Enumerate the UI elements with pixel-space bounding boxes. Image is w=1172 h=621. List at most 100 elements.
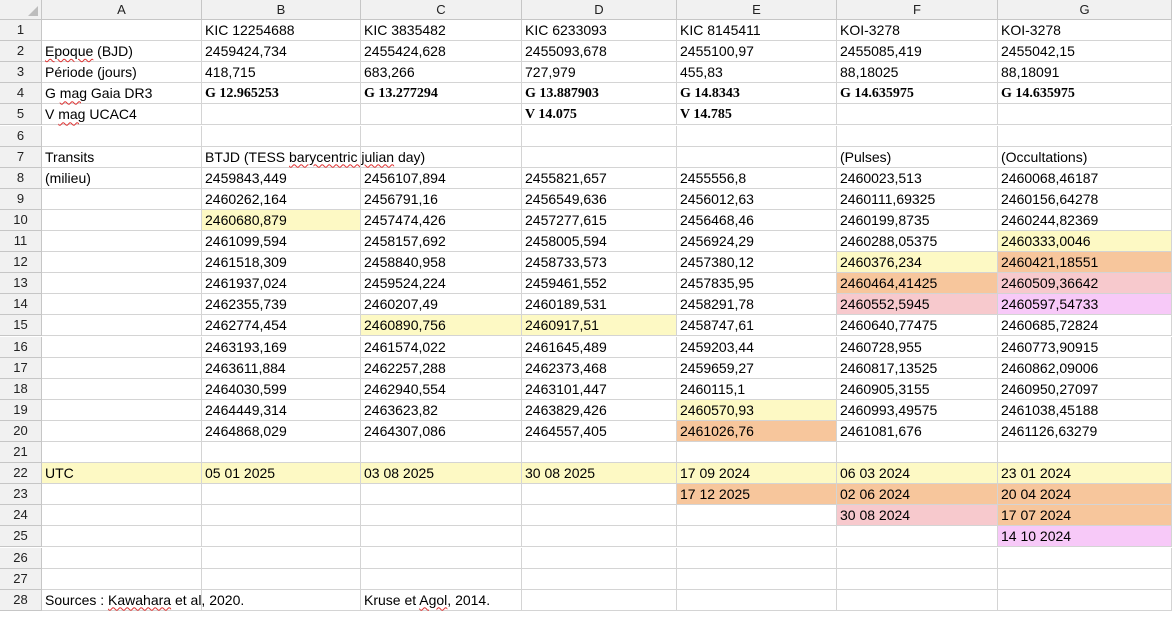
cell-a5[interactable]: V mag UCAC4: [42, 104, 202, 126]
cell-e15[interactable]: 2458747,61: [677, 315, 837, 337]
cell-c11[interactable]: 2458157,692: [361, 231, 522, 253]
cell-b24[interactable]: [202, 505, 361, 527]
cell-g20[interactable]: 2461126,63279: [998, 420, 1172, 442]
cell-a15[interactable]: [42, 315, 202, 337]
cell-b4[interactable]: G 12.965253: [202, 83, 361, 105]
cell-d18[interactable]: 2463101,447: [522, 378, 677, 400]
cell-g16[interactable]: 2460773,90915: [998, 336, 1172, 358]
cell-e26[interactable]: [677, 547, 837, 569]
cell-a3[interactable]: Période (jours): [42, 62, 202, 84]
cell-e11[interactable]: 2456924,29: [677, 231, 837, 253]
cell-e18[interactable]: 2460115,1: [677, 378, 837, 400]
cell-f11[interactable]: 2460288,05375: [837, 231, 998, 253]
column-header-f[interactable]: F: [837, 0, 998, 20]
cell-b8[interactable]: 2459843,449: [202, 167, 361, 189]
cell-e22[interactable]: 17 09 2024: [677, 463, 837, 485]
cell-g13[interactable]: 2460509,36642: [998, 273, 1172, 295]
row-header-11[interactable]: 11: [0, 231, 42, 253]
cell-d6[interactable]: [522, 125, 677, 147]
cell-a7[interactable]: Transits: [42, 146, 202, 168]
cell-d28[interactable]: [522, 589, 677, 611]
cell-e2[interactable]: 2455100,97: [677, 41, 837, 63]
cell-e6[interactable]: [677, 125, 837, 147]
row-header-15[interactable]: 15: [0, 315, 42, 337]
cell-c28[interactable]: Kruse et Agol, 2014.: [361, 589, 522, 611]
cell-f18[interactable]: 2460905,3155: [837, 378, 998, 400]
row-header-23[interactable]: 23: [0, 484, 42, 506]
cell-a21[interactable]: [42, 442, 202, 464]
cell-d20[interactable]: 2464557,405: [522, 420, 677, 442]
cell-f3[interactable]: 88,18025: [837, 62, 998, 84]
cell-a12[interactable]: [42, 252, 202, 274]
cell-f9[interactable]: 2460111,69325: [837, 188, 998, 210]
cell-e19[interactable]: 2460570,93: [677, 399, 837, 421]
cell-d26[interactable]: [522, 547, 677, 569]
cell-f5[interactable]: [837, 104, 998, 126]
cell-e3[interactable]: 455,83: [677, 62, 837, 84]
cell-e23[interactable]: 17 12 2025: [677, 484, 837, 506]
cell-b13[interactable]: 2461937,024: [202, 273, 361, 295]
cell-e4[interactable]: G 14.8343: [677, 83, 837, 105]
cell-f22[interactable]: 06 03 2024: [837, 463, 998, 485]
row-header-5[interactable]: 5: [0, 104, 42, 126]
cell-a13[interactable]: [42, 273, 202, 295]
cell-g2[interactable]: 2455042,15: [998, 41, 1172, 63]
cell-e14[interactable]: 2458291,78: [677, 294, 837, 316]
cell-c10[interactable]: 2457474,426: [361, 209, 522, 231]
row-header-26[interactable]: 26: [0, 547, 42, 569]
cell-e9[interactable]: 2456012,63: [677, 188, 837, 210]
cell-d12[interactable]: 2458733,573: [522, 252, 677, 274]
cell-g23[interactable]: 20 04 2024: [998, 484, 1172, 506]
cell-c23[interactable]: [361, 484, 522, 506]
cell-a16[interactable]: [42, 336, 202, 358]
cell-f26[interactable]: [837, 547, 998, 569]
row-header-18[interactable]: 18: [0, 378, 42, 400]
row-header-1[interactable]: 1: [0, 20, 42, 42]
cell-c9[interactable]: 2456791,16: [361, 188, 522, 210]
cell-d8[interactable]: 2455821,657: [522, 167, 677, 189]
cell-f12[interactable]: 2460376,234: [837, 252, 998, 274]
cell-b25[interactable]: [202, 526, 361, 548]
cell-d27[interactable]: [522, 568, 677, 590]
cell-e7[interactable]: [677, 146, 837, 168]
cell-a27[interactable]: [42, 568, 202, 590]
cell-g3[interactable]: 88,18091: [998, 62, 1172, 84]
cell-e28[interactable]: [677, 589, 837, 611]
cell-f17[interactable]: 2460817,13525: [837, 357, 998, 379]
cell-f19[interactable]: 2460993,49575: [837, 399, 998, 421]
cell-a1[interactable]: [42, 20, 202, 42]
row-header-3[interactable]: 3: [0, 62, 42, 84]
cell-c25[interactable]: [361, 526, 522, 548]
cell-c19[interactable]: 2463623,82: [361, 399, 522, 421]
cell-e24[interactable]: [677, 505, 837, 527]
cell-g24[interactable]: 17 07 2024: [998, 505, 1172, 527]
cell-d23[interactable]: [522, 484, 677, 506]
cell-a6[interactable]: [42, 125, 202, 147]
cell-f28[interactable]: [837, 589, 998, 611]
cell-d1[interactable]: KIC 6233093: [522, 20, 677, 42]
spreadsheet[interactable]: ABCDEFG 1 2 3 4 5 6 7 8 9 10 11 12 13 14 15 16 17 18 19 20 2…: [0, 0, 1172, 621]
cell-a17[interactable]: [42, 357, 202, 379]
cell-b19[interactable]: 2464449,314: [202, 399, 361, 421]
row-header-17[interactable]: 17: [0, 357, 42, 379]
cell-g26[interactable]: [998, 547, 1172, 569]
cell-g21[interactable]: [998, 442, 1172, 464]
row-header-7[interactable]: 7: [0, 146, 42, 168]
cell-f13[interactable]: 2460464,41425: [837, 273, 998, 295]
cell-a24[interactable]: [42, 505, 202, 527]
cell-b6[interactable]: [202, 125, 361, 147]
cell-a20[interactable]: [42, 420, 202, 442]
row-header-10[interactable]: 10: [0, 209, 42, 231]
cell-g9[interactable]: 2460156,64278: [998, 188, 1172, 210]
row-header-9[interactable]: 9: [0, 188, 42, 210]
cell-f15[interactable]: 2460640,77475: [837, 315, 998, 337]
cell-f23[interactable]: 02 06 2024: [837, 484, 998, 506]
cell-a19[interactable]: [42, 399, 202, 421]
row-header-14[interactable]: 14: [0, 294, 42, 316]
cell-g10[interactable]: 2460244,82369: [998, 209, 1172, 231]
cell-d24[interactable]: [522, 505, 677, 527]
row-header-16[interactable]: 16: [0, 336, 42, 358]
row-header-27[interactable]: 27: [0, 568, 42, 590]
cell-f10[interactable]: 2460199,8735: [837, 209, 998, 231]
cell-a8[interactable]: (milieu): [42, 167, 202, 189]
